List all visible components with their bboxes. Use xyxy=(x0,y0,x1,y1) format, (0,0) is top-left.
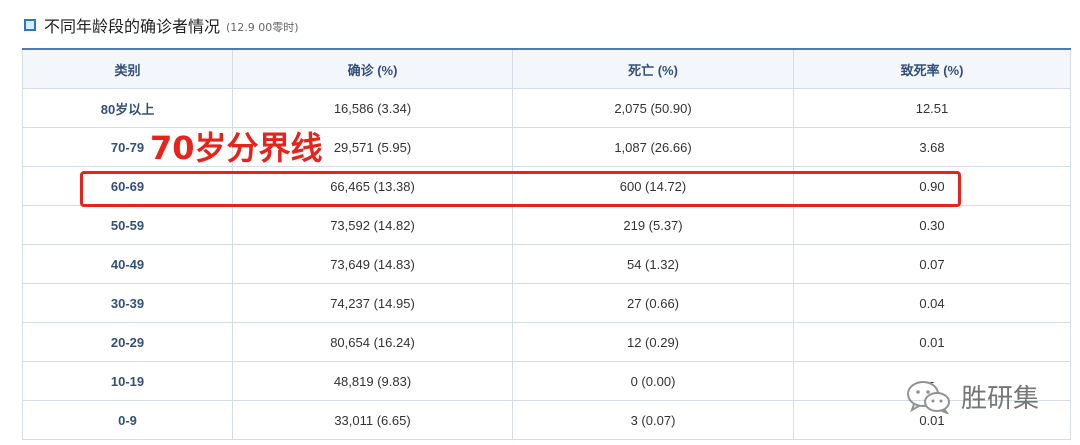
row-deaths: 27 (0.66) xyxy=(512,283,794,323)
row-fatality: 0.01 xyxy=(793,322,1071,362)
table-row: 30-39 74,237 (14.95) 27 (0.66) 0.04 xyxy=(22,283,1071,323)
table-row: 50-59 73,592 (14.82) 219 (5.37) 0.30 xyxy=(22,205,1071,245)
row-fatality: 0.04 xyxy=(793,283,1071,323)
row-fatality: 3.68 xyxy=(793,127,1071,167)
row-fatality: 12.51 xyxy=(793,88,1071,128)
row-confirmed: 48,819 (9.83) xyxy=(232,361,513,401)
column-header-category: 类别 xyxy=(22,48,233,89)
row-fatality: 0.30 xyxy=(793,205,1071,245)
row-category: 50-59 xyxy=(22,205,233,245)
row-category: 40-49 xyxy=(22,244,233,284)
column-header-deaths: 死亡 (%) xyxy=(512,48,794,89)
annotation-label: 70岁分界线 xyxy=(150,129,323,167)
row-confirmed: 73,592 (14.82) xyxy=(232,205,513,245)
row-deaths: 54 (1.32) xyxy=(512,244,794,284)
row-category: 0-9 xyxy=(22,400,233,440)
row-deaths: 219 (5.37) xyxy=(512,205,794,245)
row-confirmed: 16,586 (3.34) xyxy=(232,88,513,128)
table-row: 40-49 73,649 (14.83) 54 (1.32) 0.07 xyxy=(22,244,1071,284)
row-confirmed: 74,237 (14.95) xyxy=(232,283,513,323)
row-category: 30-39 xyxy=(22,283,233,323)
row-confirmed: 73,649 (14.83) xyxy=(232,244,513,284)
section-subtitle: (12.9 00零时) xyxy=(226,20,299,34)
section-title: 不同年龄段的确诊者情况 xyxy=(44,17,221,36)
row-deaths: 1,087 (26.66) xyxy=(512,127,794,167)
column-header-fatality: 致死率 (%) xyxy=(793,48,1071,89)
table-header-row: 类别 确诊 (%) 死亡 (%) 致死率 (%) xyxy=(22,48,1071,89)
row-deaths: 2,075 (50.90) xyxy=(512,88,794,128)
row-confirmed: 33,011 (6.65) xyxy=(232,400,513,440)
row-deaths: 12 (0.29) xyxy=(512,322,794,362)
row-confirmed: 80,654 (16.24) xyxy=(232,322,513,362)
column-header-confirmed: 确诊 (%) xyxy=(232,48,513,89)
table-row: 80岁以上 16,586 (3.34) 2,075 (50.90) 12.51 xyxy=(22,88,1071,128)
watermark-text: 胜研集 xyxy=(961,384,1040,414)
row-fatality: 0.07 xyxy=(793,244,1071,284)
watermark: 胜研集 xyxy=(905,378,1039,415)
section-header: 不同年龄段的确诊者情况 (12.9 00零时) xyxy=(24,13,299,37)
table-row: 20-29 80,654 (16.24) 12 (0.29) 0.01 xyxy=(22,322,1071,362)
row-deaths: 0 (0.00) xyxy=(512,361,794,401)
row-category: 80岁以上 xyxy=(22,88,233,128)
highlight-box xyxy=(80,171,961,207)
square-bullet-icon xyxy=(24,19,36,31)
wechat-icon xyxy=(907,380,950,414)
row-deaths: 3 (0.07) xyxy=(512,400,794,440)
row-category: 10-19 xyxy=(22,361,233,401)
row-category: 20-29 xyxy=(22,322,233,362)
